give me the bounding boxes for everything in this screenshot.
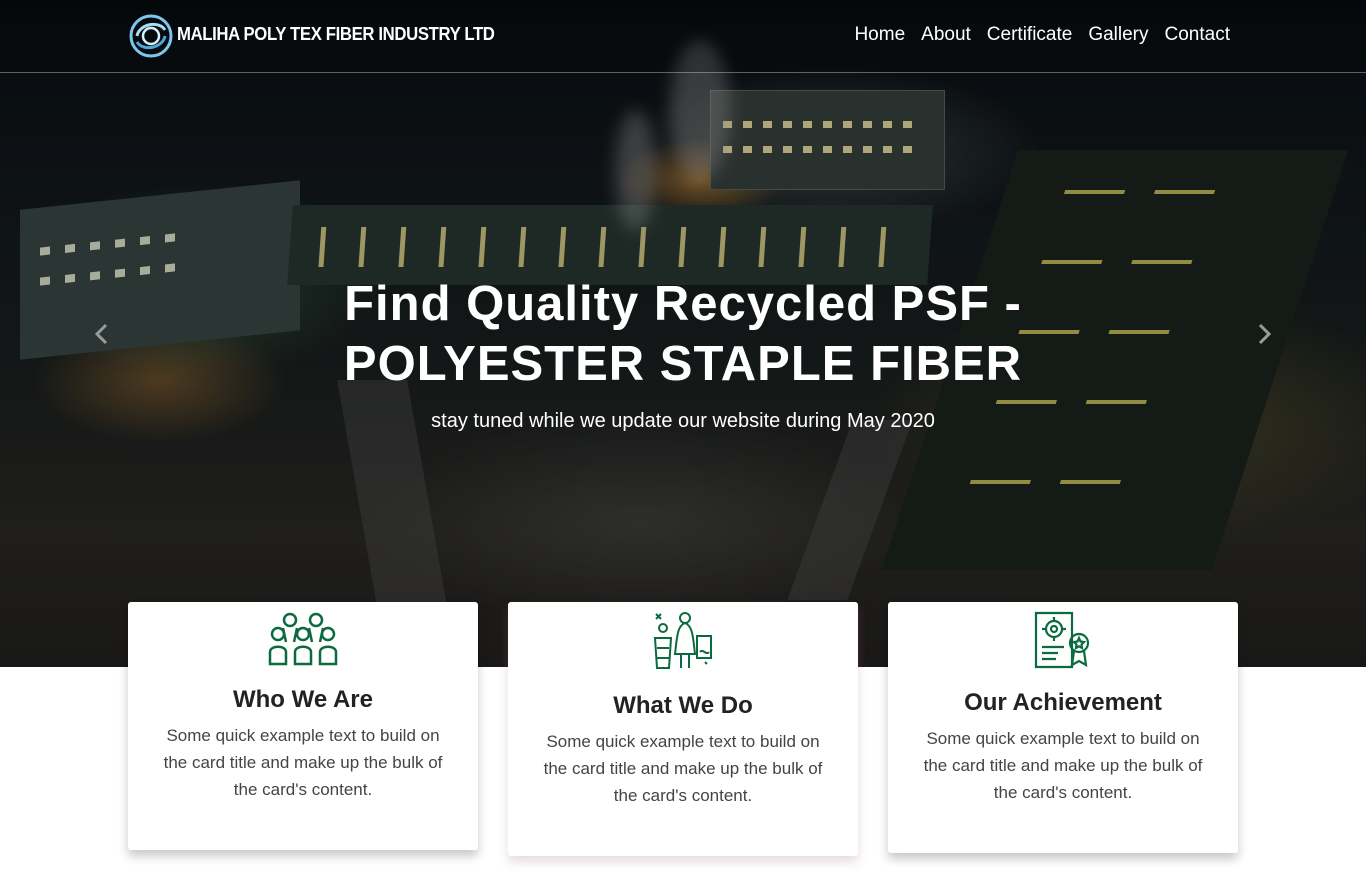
navbar: MALIHA POLY TEX FIBER INDUSTRY LTD Home …: [0, 0, 1366, 73]
card-text: Some quick example text to build on the …: [163, 726, 443, 799]
swirl-logo-icon[interactable]: [129, 14, 173, 58]
card-who-we-are: Who We Are Some quick example text to bu…: [128, 602, 478, 850]
nav-menu: Home About Certificate Gallery Contact: [854, 24, 1230, 46]
hero-title: Find Quality Recycled PSF - POLYESTER ST…: [343, 277, 1023, 391]
nav-certificate[interactable]: Certificate: [987, 24, 1073, 46]
chevron-left-icon[interactable]: [90, 322, 114, 346]
card-title: Our Achievement: [964, 689, 1162, 716]
card-our-achievement: Our Achievement Some quick example text …: [888, 602, 1238, 853]
brand-name[interactable]: MALIHA POLY TEX FIBER INDUSTRY LTD: [177, 24, 495, 45]
worker-icon: [508, 612, 858, 670]
team-icon: [128, 612, 478, 666]
card-title: Who We Are: [232, 686, 373, 713]
card-text: Some quick example text to build on the …: [543, 732, 823, 805]
nav-about[interactable]: About: [921, 24, 971, 46]
hero-carousel: Find Quality Recycled PSF - POLYESTER ST…: [0, 0, 1366, 667]
nav-contact[interactable]: Contact: [1165, 24, 1230, 46]
nav-home[interactable]: Home: [854, 24, 905, 46]
chevron-right-icon[interactable]: [1252, 322, 1276, 346]
nav-gallery[interactable]: Gallery: [1088, 24, 1148, 46]
hero-subtitle: stay tuned while we update our website d…: [431, 410, 935, 432]
card-text: Some quick example text to build on the …: [923, 729, 1203, 802]
card-title: What We Do: [613, 692, 753, 719]
certificate-icon: [888, 611, 1238, 669]
card-what-we-do: What We Do Some quick example text to bu…: [508, 602, 858, 856]
